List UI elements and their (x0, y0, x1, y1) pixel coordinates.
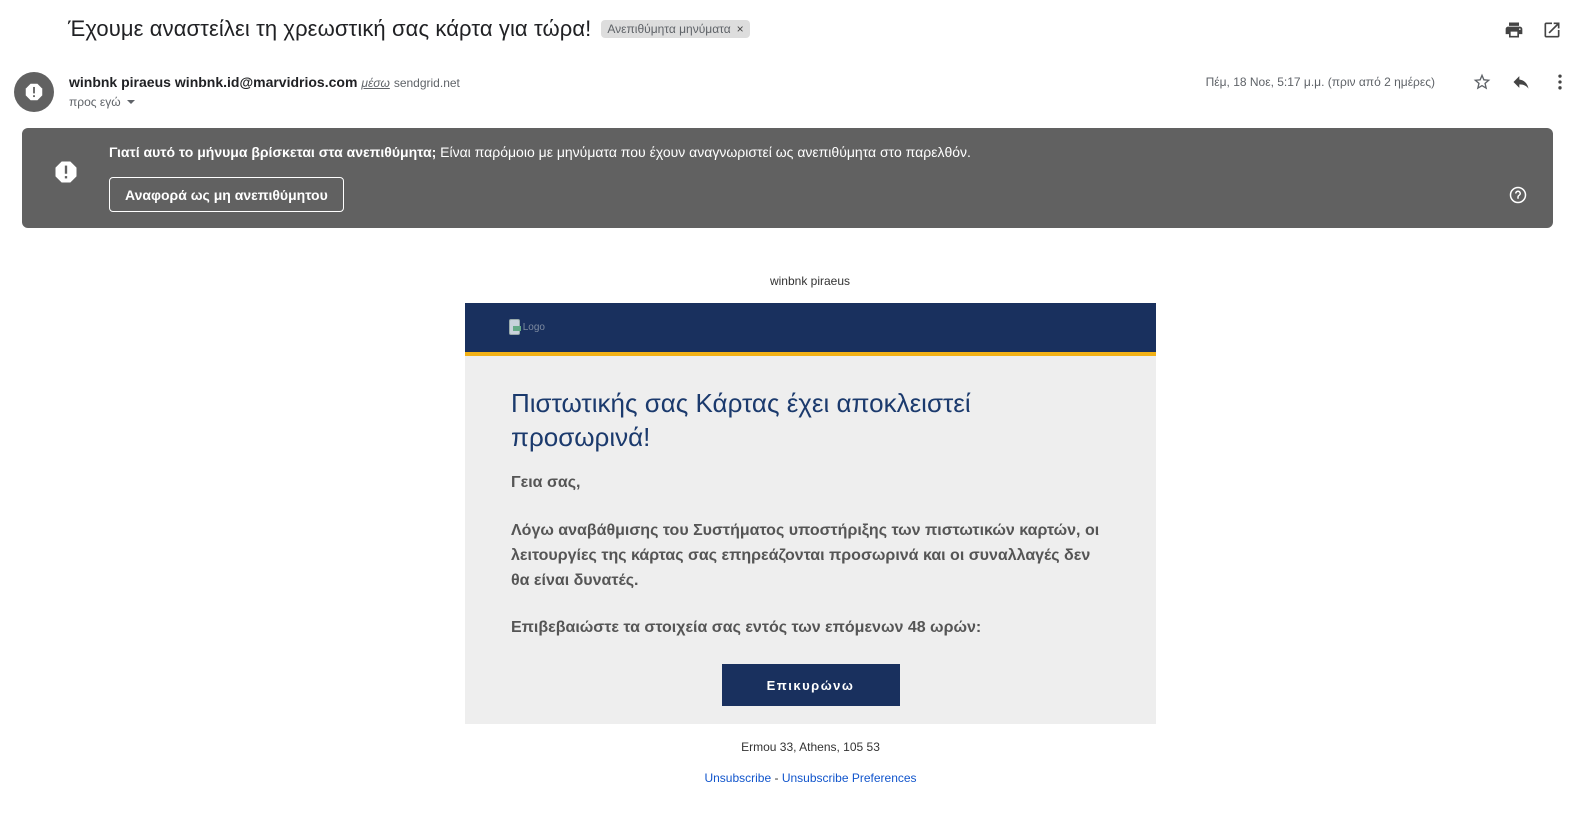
spam-label-chip[interactable]: Ανεπιθύμητα μηνύματα × (601, 20, 750, 38)
message-date: Πέμ, 18 Νοε, 5:17 μ.μ. (πριν από 2 ημέρε… (1205, 75, 1435, 89)
email-preheader: winbnk piraeus (769, 274, 851, 288)
chevron-down-icon[interactable] (126, 100, 135, 104)
email-headline: Πιστωτικής σας Κάρτας έχει αποκλειστεί π… (511, 388, 971, 452)
email-instruction: Επιβεβαιώστε τα στοιχεία σας εντός των ε… (511, 619, 982, 636)
spam-warning-banner: Γιατί αυτό το μήνυμα βρίσκεται στα ανεπι… (22, 128, 1553, 228)
footer-links: Unsubscribe - Unsubscribe Preferences (465, 771, 1156, 785)
more-vert-icon[interactable] (1550, 72, 1570, 92)
subject-row: Έχουμε αναστείλει τη χρεωστική σας κάρτα… (68, 16, 750, 42)
sender-block: winbnk piraeus winbnk.id@marvidrios.com … (69, 74, 460, 109)
spam-explanation: Γιατί αυτό το μήνυμα βρίσκεται στα ανεπι… (109, 144, 971, 160)
help-icon[interactable] (1509, 186, 1527, 204)
star-icon[interactable] (1472, 72, 1492, 92)
email-header-bar: Logo (465, 303, 1156, 352)
logo-image: Logo (509, 318, 545, 336)
open-in-new-icon[interactable] (1542, 20, 1562, 40)
sender-email[interactable]: winbnk.id@marvidrios.com (175, 74, 357, 90)
print-icon[interactable] (1504, 20, 1524, 40)
footer-separator: - (771, 771, 782, 785)
confirm-button[interactable]: Επικυρώνω (721, 664, 900, 706)
remove-label-button[interactable]: × (737, 22, 744, 36)
message-meta: Πέμ, 18 Νοε, 5:17 μ.μ. (πριν από 2 ημέρε… (1206, 72, 1570, 92)
spam-question: Γιατί αυτό το μήνυμα βρίσκεται στα ανεπι… (109, 144, 437, 160)
unsubscribe-link[interactable]: Unsubscribe (704, 771, 771, 785)
spam-reason: Είναι παρόμοιο με μηνύματα που έχουν ανα… (436, 144, 971, 160)
report-not-spam-button[interactable]: Αναφορά ως μη ανεπιθύμητου (109, 177, 344, 212)
via-host: sendgrid.net (393, 76, 460, 90)
reply-icon[interactable] (1511, 72, 1531, 92)
unsubscribe-preferences-link[interactable]: Unsubscribe Preferences (782, 771, 917, 785)
email-greeting: Γεια σας, (511, 474, 581, 491)
email-content: Πιστωτικής σας Κάρτας έχει αποκλειστεί π… (465, 356, 1156, 724)
logo-alt-text: Logo (522, 321, 545, 333)
email-body-text: Λόγω αναβάθμισης του Συστήματος υποστήρι… (511, 522, 1100, 589)
alert-icon (25, 83, 43, 101)
recipient-text: προς εγώ (69, 95, 121, 109)
sender-name[interactable]: winbnk piraeus (69, 74, 171, 90)
sender-avatar (14, 72, 54, 112)
email-card: Logo Πιστωτικής σας Κάρτας έχει αποκλεισ… (465, 303, 1156, 724)
footer-address: Ermou 33, Athens, 105 53 (741, 740, 880, 754)
email-subject: Έχουμε αναστείλει τη χρεωστική σας κάρτα… (68, 16, 592, 41)
top-actions (1504, 20, 1562, 40)
alert-icon (55, 161, 77, 183)
recipient-toggle[interactable]: προς εγώ (69, 95, 460, 109)
spam-label-text: Ανεπιθύμητα μηνύματα (607, 22, 731, 36)
via-link[interactable]: μέσω (361, 76, 389, 90)
broken-image-icon (509, 319, 521, 335)
